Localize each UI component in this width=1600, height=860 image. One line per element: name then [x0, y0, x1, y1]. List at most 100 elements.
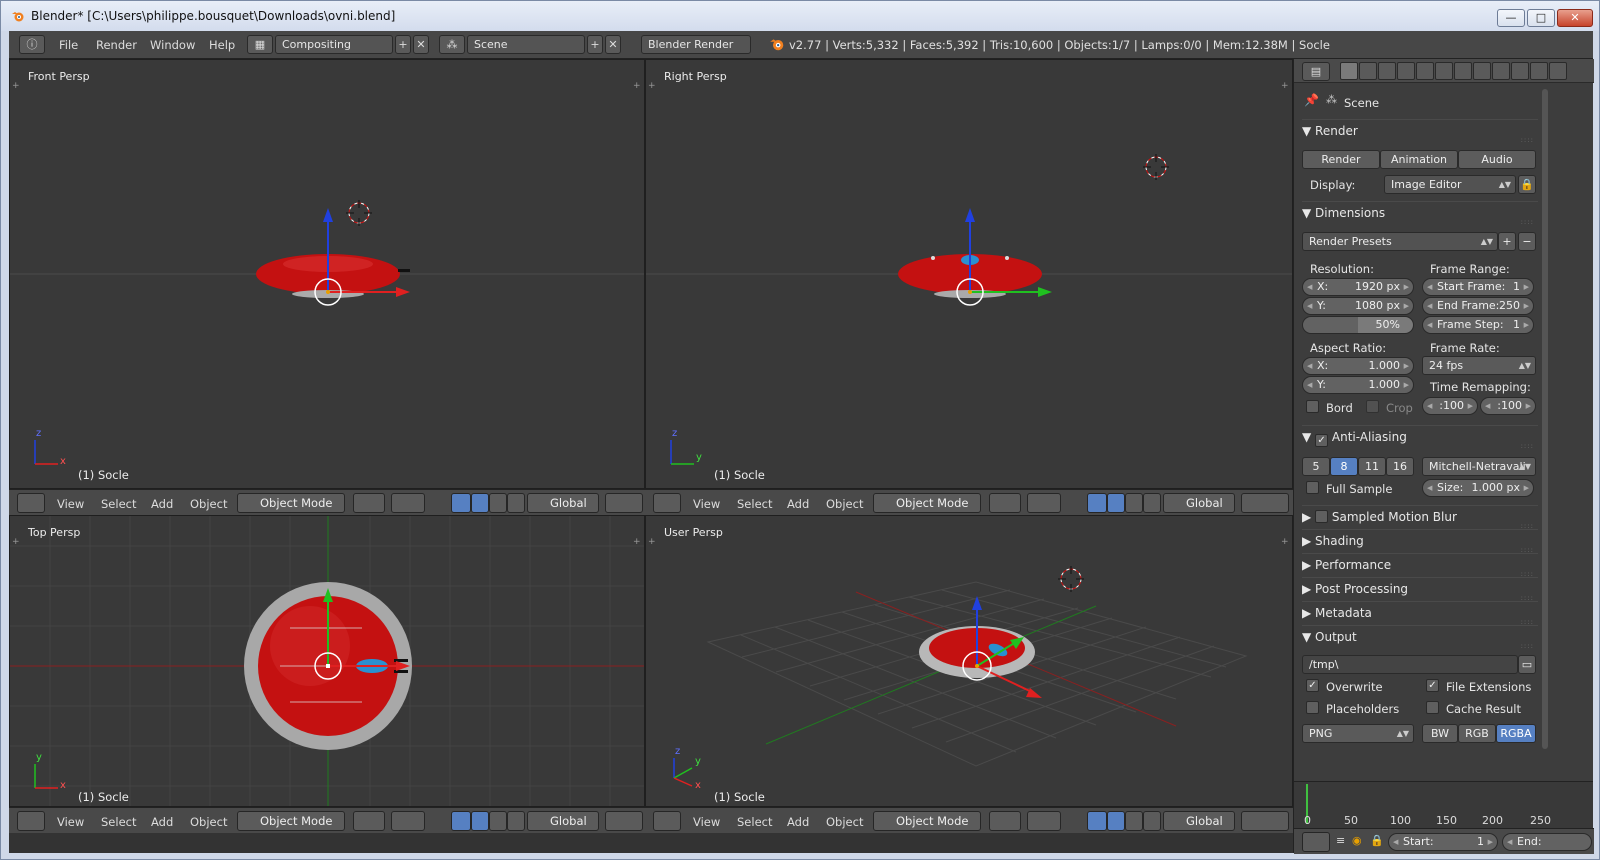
- menu-window[interactable]: Window: [150, 38, 195, 52]
- end-frame-field[interactable]: ◀ End Frame: 250 ▶: [1422, 297, 1534, 315]
- frame-rate-dropdown[interactable]: 24 fps ▲▼: [1422, 356, 1536, 375]
- corner-plus-icon[interactable]: +: [12, 82, 21, 91]
- manipulator-toggle[interactable]: [451, 493, 471, 513]
- start-frame-field[interactable]: ◀ Start Frame: 1 ▶: [1422, 278, 1534, 296]
- aa-sample-16[interactable]: 16: [1386, 457, 1414, 476]
- corner-plus-icon[interactable]: +: [648, 538, 657, 547]
- aa-size-field[interactable]: ◀ Size: 1.000 px ▶: [1422, 479, 1534, 497]
- translate-toggle[interactable]: [471, 811, 489, 831]
- menu-file[interactable]: File: [59, 38, 78, 52]
- section-render[interactable]: ▼ Render::::: [1302, 119, 1538, 144]
- pin-icon[interactable]: 📌: [1304, 93, 1319, 107]
- translate-toggle[interactable]: [471, 493, 489, 513]
- menu-select[interactable]: Select: [737, 497, 772, 511]
- viewport-right[interactable]: Right Persp z y (1) Socle + +: [645, 59, 1293, 489]
- render-button[interactable]: Render: [1302, 150, 1380, 169]
- menu-add[interactable]: Add: [787, 815, 809, 829]
- output-path-field[interactable]: /tmp\: [1302, 655, 1518, 674]
- rotate-toggle[interactable]: [1125, 811, 1143, 831]
- section-output[interactable]: ▼ Output::::: [1302, 625, 1538, 650]
- render-tab-icon[interactable]: [1340, 62, 1358, 80]
- rotate-toggle[interactable]: [489, 811, 507, 831]
- aspect-x-field[interactable]: ◀ X: 1.000 ▶: [1302, 357, 1414, 375]
- placeholders-checkbox[interactable]: [1306, 701, 1319, 714]
- scene-tab-icon[interactable]: [1378, 62, 1396, 80]
- remove-scene-icon[interactable]: ✕: [605, 35, 621, 54]
- menu-render[interactable]: Render: [96, 38, 137, 52]
- editor-type-icon[interactable]: ⓘ: [19, 35, 45, 54]
- editor-type-icon[interactable]: [653, 493, 681, 513]
- display-dropdown[interactable]: Image Editor ▲▼: [1384, 175, 1516, 194]
- menu-object[interactable]: Object: [190, 497, 227, 511]
- viewport-user[interactable]: User Persp z y x (1) Socle + +: [645, 515, 1293, 807]
- corner-plus-icon[interactable]: +: [12, 538, 21, 547]
- color-bw-button[interactable]: BW: [1422, 724, 1458, 743]
- menu-add[interactable]: Add: [151, 497, 173, 511]
- orientation-dropdown[interactable]: Global: [1163, 811, 1235, 831]
- editor-type-icon[interactable]: [1302, 832, 1330, 852]
- timeline-editor[interactable]: 0 50 100 150 200 250 ≡ ◉ 🔒 ◀ Start: 1 ▶ ◀ En…: [1293, 781, 1594, 854]
- particles-tab-icon[interactable]: [1530, 62, 1548, 80]
- orientation-dropdown[interactable]: Global: [527, 811, 599, 831]
- texture-tab-icon[interactable]: [1511, 62, 1529, 80]
- add-layout-icon[interactable]: +: [395, 35, 411, 54]
- layout-icon[interactable]: ▦: [247, 35, 273, 54]
- constraints-tab-icon[interactable]: [1435, 62, 1453, 80]
- frame-step-field[interactable]: ◀ Frame Step: 1 ▶: [1422, 316, 1534, 334]
- editor-type-icon[interactable]: [653, 811, 681, 831]
- manipulator-toggle[interactable]: [1087, 493, 1107, 513]
- animation-button[interactable]: Animation: [1380, 150, 1458, 169]
- editor-type-icon[interactable]: [17, 811, 45, 831]
- section-metadata[interactable]: ▶ Metadata::::: [1302, 601, 1538, 626]
- layers-grid[interactable]: [1241, 811, 1289, 831]
- scale-toggle[interactable]: [1143, 811, 1161, 831]
- shading-dropdown[interactable]: [353, 493, 385, 513]
- remap-old-field[interactable]: ◀:100 ▶: [1422, 397, 1478, 415]
- rotate-toggle[interactable]: [1125, 493, 1143, 513]
- aa-sample-5[interactable]: 5: [1302, 457, 1330, 476]
- layout-field[interactable]: Compositing: [275, 35, 393, 54]
- corner-plus-icon[interactable]: +: [1281, 82, 1290, 91]
- rotate-toggle[interactable]: [489, 493, 507, 513]
- menu-object[interactable]: Object: [826, 497, 863, 511]
- menu-object[interactable]: Object: [826, 815, 863, 829]
- aa-filter-dropdown[interactable]: Mitchell-Netravali ▲▼: [1422, 457, 1536, 476]
- keyframe-icon[interactable]: ◉: [1352, 834, 1362, 847]
- orientation-dropdown[interactable]: Global: [527, 493, 599, 513]
- section-post-processing[interactable]: ▶ Post Processing::::: [1302, 577, 1538, 602]
- shading-dropdown[interactable]: [989, 811, 1021, 831]
- viewport-top[interactable]: Top Persp y x (1) Socle + +: [9, 515, 645, 807]
- menu-select[interactable]: Select: [101, 497, 136, 511]
- section-sampled-motion-blur[interactable]: ▶ Sampled Motion Blur::::: [1302, 505, 1538, 530]
- mode-dropdown[interactable]: Object Mode: [873, 493, 981, 513]
- menu-select[interactable]: Select: [737, 815, 772, 829]
- pivot-dropdown[interactable]: [391, 493, 425, 513]
- remap-new-field[interactable]: ◀:100 ▶: [1480, 397, 1536, 415]
- motion-blur-checkbox[interactable]: [1315, 510, 1329, 523]
- viewport-front[interactable]: Front Persp z x (1) Socle + +: [9, 59, 645, 489]
- menu-object[interactable]: Object: [190, 815, 227, 829]
- menu-help[interactable]: Help: [209, 38, 235, 52]
- layers-tab-icon[interactable]: [1359, 62, 1377, 80]
- pivot-dropdown[interactable]: [1027, 811, 1061, 831]
- pivot-dropdown[interactable]: [391, 811, 425, 831]
- scene-field[interactable]: Scene: [467, 35, 585, 54]
- cache-result-checkbox[interactable]: [1426, 701, 1439, 714]
- aspect-y-field[interactable]: ◀ Y: 1.000 ▶: [1302, 376, 1414, 394]
- remove-preset-button[interactable]: −: [1518, 232, 1536, 251]
- layers-grid[interactable]: [605, 493, 643, 513]
- crop-checkbox[interactable]: [1366, 400, 1379, 413]
- menu-view[interactable]: View: [693, 815, 720, 829]
- close-button[interactable]: ✕: [1557, 9, 1593, 27]
- section-performance[interactable]: ▶ Performance::::: [1302, 553, 1538, 578]
- menu-view[interactable]: View: [57, 497, 84, 511]
- timeline-start-field[interactable]: ◀ Start: 1 ▶: [1388, 833, 1498, 851]
- editor-type-icon[interactable]: [17, 493, 45, 513]
- shading-dropdown[interactable]: [353, 811, 385, 831]
- section-shading[interactable]: ▶ Shading::::: [1302, 529, 1538, 554]
- panel-scrollbar[interactable]: [1542, 89, 1548, 749]
- resolution-percent-slider[interactable]: 50%: [1302, 316, 1414, 334]
- shading-dropdown[interactable]: [989, 493, 1021, 513]
- corner-plus-icon[interactable]: +: [633, 538, 642, 547]
- data-tab-icon[interactable]: [1473, 62, 1491, 80]
